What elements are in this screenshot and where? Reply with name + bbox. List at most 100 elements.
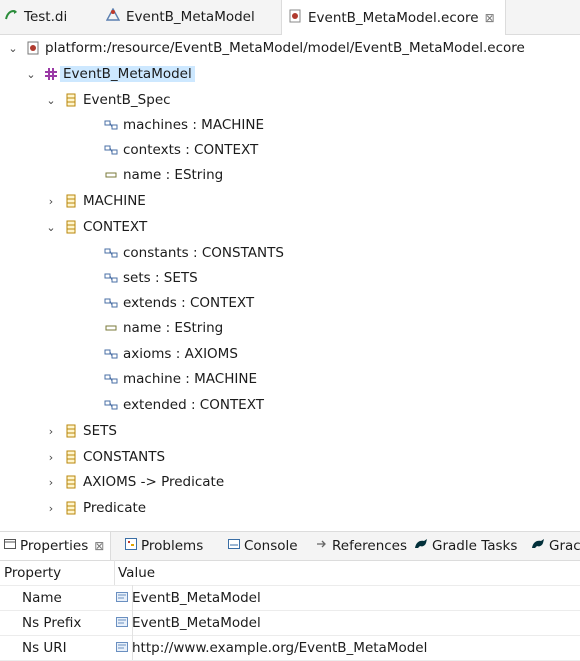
table-row[interactable]: Name EventB_MetaModel bbox=[0, 585, 580, 611]
tree-attribute[interactable]: name : EString bbox=[104, 163, 223, 187]
table-row[interactable]: Ns Prefix EventB_MetaModel bbox=[0, 610, 580, 636]
tree-label: sets : SETS bbox=[123, 270, 198, 286]
tree-reference[interactable]: axioms : AXIOMS bbox=[104, 342, 238, 366]
tree-reference[interactable]: machine : MACHINE bbox=[104, 367, 257, 391]
tree-label: SETS bbox=[83, 423, 117, 439]
tab-test-di[interactable]: Test.di bbox=[4, 0, 67, 34]
close-icon[interactable]: ⊠ bbox=[94, 539, 104, 553]
ereference-icon bbox=[104, 143, 118, 157]
tab-label: Grac bbox=[549, 538, 580, 554]
gradle-icon bbox=[531, 538, 545, 554]
text-value-icon bbox=[116, 590, 128, 606]
tab-properties[interactable]: Properties ⊠ bbox=[0, 532, 112, 560]
tree-root-label: platform:/resource/EventB_MetaModel/mode… bbox=[45, 40, 525, 56]
tab-label: Gradle Tasks bbox=[432, 538, 518, 554]
property-value: http://www.example.org/EventB_MetaModel bbox=[132, 639, 428, 656]
model-icon bbox=[105, 7, 121, 26]
tab-label: Properties bbox=[20, 538, 89, 554]
tree-reference[interactable]: machines : MACHINE bbox=[104, 113, 264, 137]
tree-class-constants[interactable]: › CONSTANTS bbox=[44, 445, 165, 469]
property-value: EventB_MetaModel bbox=[132, 589, 261, 606]
property-value: EventB_MetaModel bbox=[132, 614, 261, 631]
tree-attribute[interactable]: name : EString bbox=[104, 316, 223, 340]
chevron-down-icon[interactable]: ⌄ bbox=[44, 94, 58, 107]
tree-label: EventB_Spec bbox=[83, 92, 171, 108]
ereference-icon bbox=[104, 296, 118, 310]
tree-reference[interactable]: constants : CONSTANTS bbox=[104, 241, 284, 265]
eclass-icon bbox=[64, 220, 78, 234]
tree-reference[interactable]: extends : CONTEXT bbox=[104, 291, 254, 315]
editor-tab-bar: Test.di EventB_MetaModel EventB_MetaMode… bbox=[0, 0, 580, 35]
eattribute-icon bbox=[104, 168, 118, 182]
tree-label: axioms : AXIOMS bbox=[123, 346, 238, 362]
tab-console[interactable]: Console bbox=[228, 532, 298, 560]
chevron-right-icon[interactable]: › bbox=[44, 195, 58, 208]
ereference-icon bbox=[104, 347, 118, 361]
text-value-icon bbox=[116, 615, 128, 631]
tab-label: Problems bbox=[141, 538, 204, 554]
gradle-icon bbox=[414, 538, 428, 554]
tab-label: Test.di bbox=[24, 9, 68, 25]
property-value-cell[interactable]: http://www.example.org/EventB_MetaModel bbox=[111, 635, 427, 660]
tab-label: References bbox=[332, 538, 408, 554]
property-value-cell[interactable]: EventB_MetaModel bbox=[111, 585, 261, 610]
text-value-icon bbox=[116, 640, 128, 656]
tab-gradle-tasks[interactable]: Gradle Tasks bbox=[414, 532, 517, 560]
tab-label: EventB_MetaModel bbox=[126, 9, 255, 25]
console-icon bbox=[228, 538, 240, 554]
tree-label: Predicate bbox=[83, 500, 147, 516]
tab-gradle-executions[interactable]: Grac bbox=[531, 532, 580, 560]
eclass-icon bbox=[64, 475, 78, 489]
chevron-right-icon[interactable]: › bbox=[44, 476, 58, 489]
tab-eventb-metamodel-ecore[interactable]: EventB_MetaModel.ecore ⊠ bbox=[281, 0, 506, 35]
chevron-down-icon[interactable]: ⌄ bbox=[6, 42, 20, 55]
ereference-icon bbox=[104, 398, 118, 412]
tree-package[interactable]: ⌄ EventB_MetaModel bbox=[24, 62, 195, 86]
references-icon bbox=[316, 538, 328, 554]
tree-label: AXIOMS -> Predicate bbox=[83, 474, 225, 490]
tree-class-axioms[interactable]: › AXIOMS -> Predicate bbox=[44, 470, 224, 494]
tree-reference[interactable]: sets : SETS bbox=[104, 266, 198, 290]
properties-header-row: Property Value bbox=[0, 560, 580, 586]
close-icon[interactable]: ⊠ bbox=[485, 11, 495, 25]
tab-eventb-metamodel[interactable]: EventB_MetaModel bbox=[105, 0, 255, 34]
table-row[interactable]: Ns URI http://www.example.org/EventB_Met… bbox=[0, 635, 580, 661]
tree-label: machines : MACHINE bbox=[123, 117, 265, 133]
column-header-property[interactable]: Property bbox=[0, 560, 115, 585]
tree-package-label: EventB_MetaModel bbox=[60, 66, 195, 82]
package-icon bbox=[44, 67, 58, 81]
column-header-value[interactable]: Value bbox=[111, 560, 155, 585]
ecore-file-icon bbox=[288, 9, 302, 27]
tree-class-sets[interactable]: › SETS bbox=[44, 419, 117, 443]
eclass-icon bbox=[64, 194, 78, 208]
chevron-down-icon[interactable]: ⌄ bbox=[24, 68, 38, 81]
tree-class-machine[interactable]: › MACHINE bbox=[44, 189, 146, 213]
ereference-icon bbox=[104, 372, 118, 386]
chevron-right-icon[interactable]: › bbox=[44, 451, 58, 464]
tree-label: name : EString bbox=[123, 167, 224, 183]
ereference-icon bbox=[104, 246, 118, 260]
chevron-right-icon[interactable]: › bbox=[44, 425, 58, 438]
tree-reference[interactable]: contexts : CONTEXT bbox=[104, 138, 258, 162]
tree-class-context[interactable]: ⌄ CONTEXT bbox=[44, 215, 147, 239]
tab-references[interactable]: References bbox=[316, 532, 407, 560]
tree-reference[interactable]: extended : CONTEXT bbox=[104, 393, 264, 417]
tab-problems[interactable]: Problems bbox=[125, 532, 203, 560]
tab-label: Console bbox=[244, 538, 298, 554]
tree-root[interactable]: ⌄ platform:/resource/EventB_MetaModel/mo… bbox=[6, 36, 525, 60]
ereference-icon bbox=[104, 271, 118, 285]
property-value-cell[interactable]: EventB_MetaModel bbox=[111, 610, 261, 635]
tree-label: machine : MACHINE bbox=[123, 371, 257, 387]
tree-label: MACHINE bbox=[83, 193, 146, 209]
tree-label: contexts : CONTEXT bbox=[123, 142, 259, 158]
chevron-right-icon[interactable]: › bbox=[44, 502, 58, 515]
tree-label: CONSTANTS bbox=[83, 449, 166, 465]
ecore-resource-icon bbox=[26, 41, 40, 55]
chevron-down-icon[interactable]: ⌄ bbox=[44, 221, 58, 234]
eclass-icon bbox=[64, 424, 78, 438]
ereference-icon bbox=[104, 118, 118, 132]
tree-class-predicate[interactable]: › Predicate bbox=[44, 496, 146, 520]
eattribute-icon bbox=[104, 321, 118, 335]
tree-label: extended : CONTEXT bbox=[123, 397, 264, 413]
tree-class-eventb-spec[interactable]: ⌄ EventB_Spec bbox=[44, 88, 171, 112]
